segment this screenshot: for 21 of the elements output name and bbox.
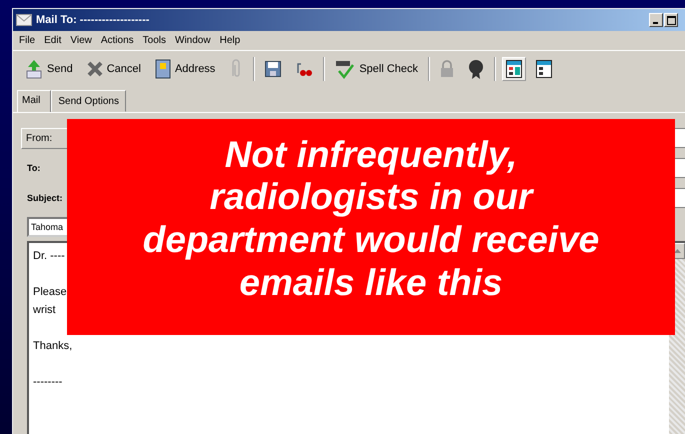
toolbar-button[interactable]: Send xyxy=(21,56,77,82)
to-label: To: xyxy=(26,163,42,173)
toolbar-button[interactable]: Address xyxy=(150,56,220,82)
body-text: wrist xyxy=(33,303,56,318)
body-text: Dr. ---- xyxy=(33,249,65,264)
menu-item[interactable]: Tools xyxy=(142,35,166,46)
menu-item[interactable]: Window xyxy=(175,35,211,46)
menu-item[interactable]: Help xyxy=(220,35,240,46)
body-text: -------- xyxy=(33,375,62,390)
subject-label: Subject: xyxy=(26,193,64,203)
menu-item[interactable]: File xyxy=(19,35,36,46)
body-text: Please xyxy=(33,285,67,300)
tab[interactable]: Mail xyxy=(17,90,52,113)
menu-item[interactable]: Edit xyxy=(44,35,62,46)
menu-item[interactable]: Actions xyxy=(100,35,134,46)
toolbar-button[interactable]: Spell Check xyxy=(331,56,422,82)
body-text: Thanks, xyxy=(33,339,72,354)
tab[interactable]: Send Options xyxy=(51,90,126,112)
menu-item[interactable]: View xyxy=(70,35,92,46)
window-title: Mail To: ------------------- xyxy=(36,14,150,26)
toolbar-button[interactable]: Cancel xyxy=(82,58,145,80)
